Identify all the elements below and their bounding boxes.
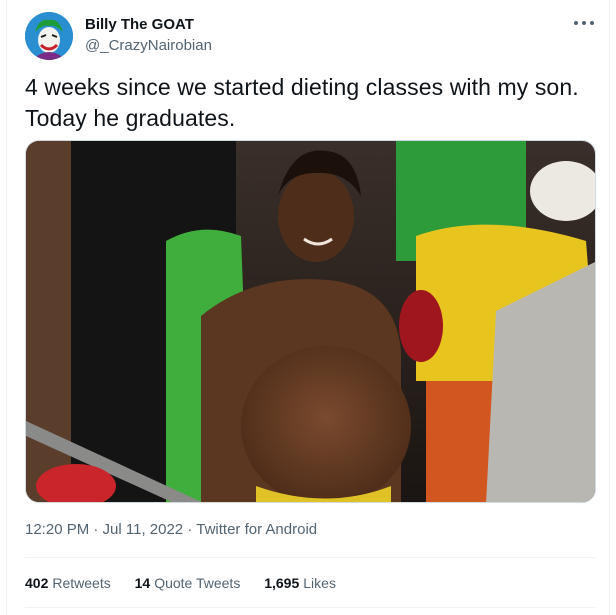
author-handle[interactable]: @_CrazyNairobian bbox=[85, 36, 212, 55]
tweet-source[interactable]: Twitter for Android bbox=[196, 521, 317, 538]
tweet-stats: 402 Retweets 14 Quote Tweets 1,695 Likes bbox=[25, 575, 356, 591]
tweet-text: 4 weeks since we started dieting classes… bbox=[25, 72, 595, 134]
tweet-text-line-2: Today he graduates. bbox=[25, 105, 236, 131]
tweet-meta: 12:20 PM · Jul 11, 2022 · Twitter for An… bbox=[25, 521, 317, 538]
tweet-card: Billy The GOAT @_CrazyNairobian 4 weeks … bbox=[6, 0, 610, 615]
retweets-stat[interactable]: 402 Retweets bbox=[25, 575, 111, 591]
divider-top bbox=[25, 557, 595, 558]
quote-tweets-label: Quote Tweets bbox=[154, 575, 241, 591]
quote-tweets-stat[interactable]: 14 Quote Tweets bbox=[135, 575, 241, 591]
likes-count: 1,695 bbox=[264, 575, 300, 591]
joker-avatar-icon[interactable] bbox=[25, 12, 73, 60]
retweets-count: 402 bbox=[25, 575, 49, 591]
tweet-header: Billy The GOAT @_CrazyNairobian bbox=[25, 12, 595, 60]
likes-label: Likes bbox=[303, 575, 336, 591]
retweets-label: Retweets bbox=[52, 575, 111, 591]
meta-separator: · bbox=[187, 521, 193, 538]
quote-tweets-count: 14 bbox=[134, 575, 151, 591]
tweet-text-line-1: 4 weeks since we started dieting classes… bbox=[25, 74, 579, 100]
tweet-photo[interactable] bbox=[25, 140, 596, 503]
likes-stat[interactable]: 1,695 Likes bbox=[264, 575, 336, 591]
more-options-icon[interactable] bbox=[573, 14, 595, 32]
divider-bottom bbox=[25, 607, 595, 608]
author-display-name[interactable]: Billy The GOAT bbox=[85, 15, 212, 34]
photo-illustration bbox=[26, 141, 595, 502]
author-info: Billy The GOAT @_CrazyNairobian bbox=[85, 15, 212, 55]
tweet-timestamp[interactable]: 12:20 PM · Jul 11, 2022 bbox=[25, 521, 183, 538]
